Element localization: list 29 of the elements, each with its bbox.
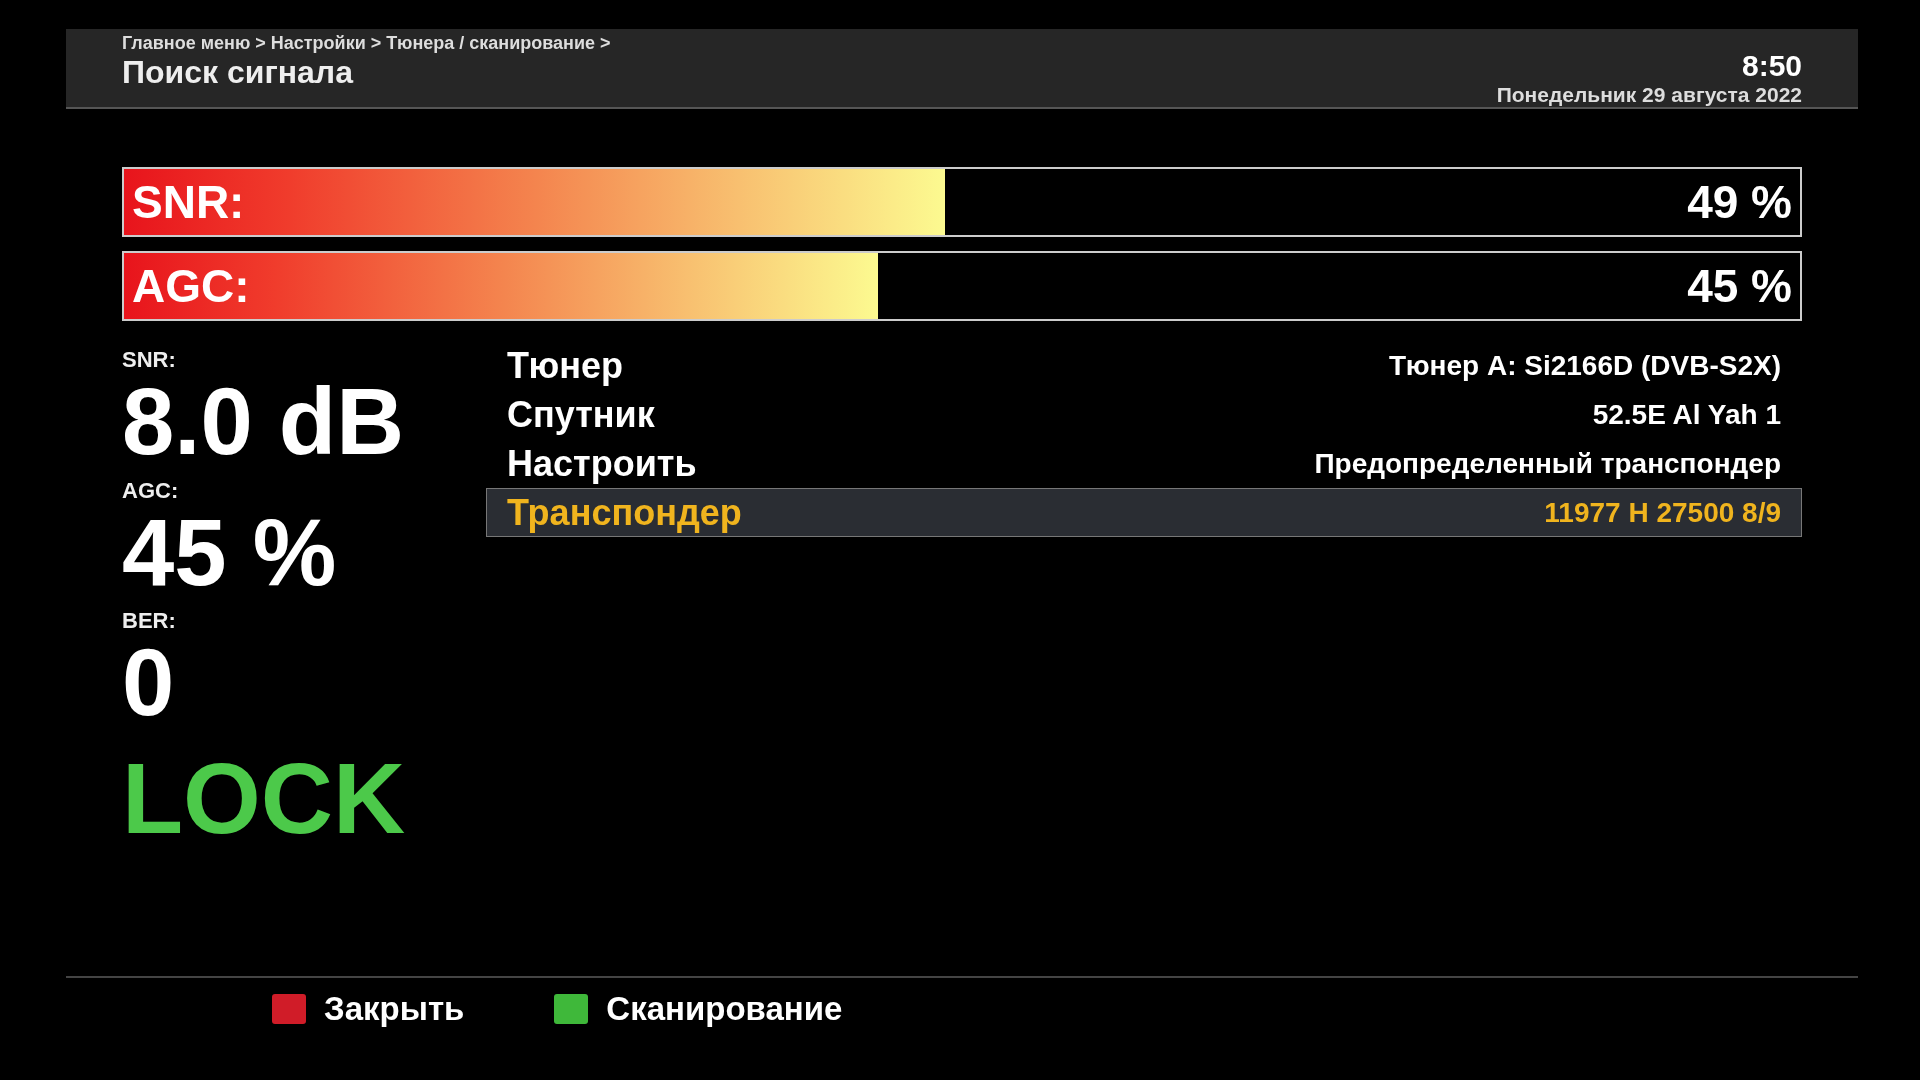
readout-label: SNR:	[122, 347, 177, 373]
setting-value: 52.5E Al Yah 1	[1592, 398, 1781, 431]
screen-title: Поиск сигнала	[122, 54, 355, 91]
meter-reading: 49 %	[1687, 175, 1792, 229]
setting-value: Тюнер A: Si2166D (DVB-S2X)	[1388, 349, 1781, 382]
setting-name: Спутник	[507, 393, 655, 436]
settings-row[interactable]: Транспондер 11977 H 27500 8/9	[486, 488, 1802, 537]
date-text: Понедельник 29 августа 2022	[1496, 83, 1802, 107]
setting-value: Предопределенный транспондер	[1314, 447, 1781, 480]
readout-value: 45 %	[122, 503, 338, 603]
key-label[interactable]: Сканирование	[606, 990, 843, 1028]
key-label[interactable]: Закрыть	[324, 990, 465, 1028]
setting-name: Транспондер	[507, 491, 742, 534]
settings-row[interactable]: Настроить Предопределенный транспондер	[486, 439, 1802, 488]
meter-reading: 45 %	[1687, 259, 1792, 313]
settings-row[interactable]: Спутник 52.5E Al Yah 1	[486, 390, 1802, 439]
readout-label: BER:	[122, 608, 177, 635]
readout-label: AGC:	[122, 477, 180, 504]
breadcrumb: Главное меню > Настройки > Тюнера / сканирование >	[122, 33, 611, 54]
lock-status: LOCK	[122, 743, 407, 854]
settings-row[interactable]: Тюнер Тюнер A: Si2166D (DVB-S2X)	[486, 341, 1802, 390]
readout-value: 0	[122, 634, 176, 734]
clock-time: 8:50	[1741, 49, 1802, 83]
setting-name: Тюнер	[507, 344, 623, 387]
setting-value: 11977 H 27500 8/9	[1544, 496, 1781, 529]
meter-label: AGC:	[132, 259, 250, 313]
readout-value: 8.0 dB	[122, 373, 406, 472]
meter-label: SNR:	[132, 175, 245, 229]
setting-name: Настроить	[507, 442, 697, 485]
